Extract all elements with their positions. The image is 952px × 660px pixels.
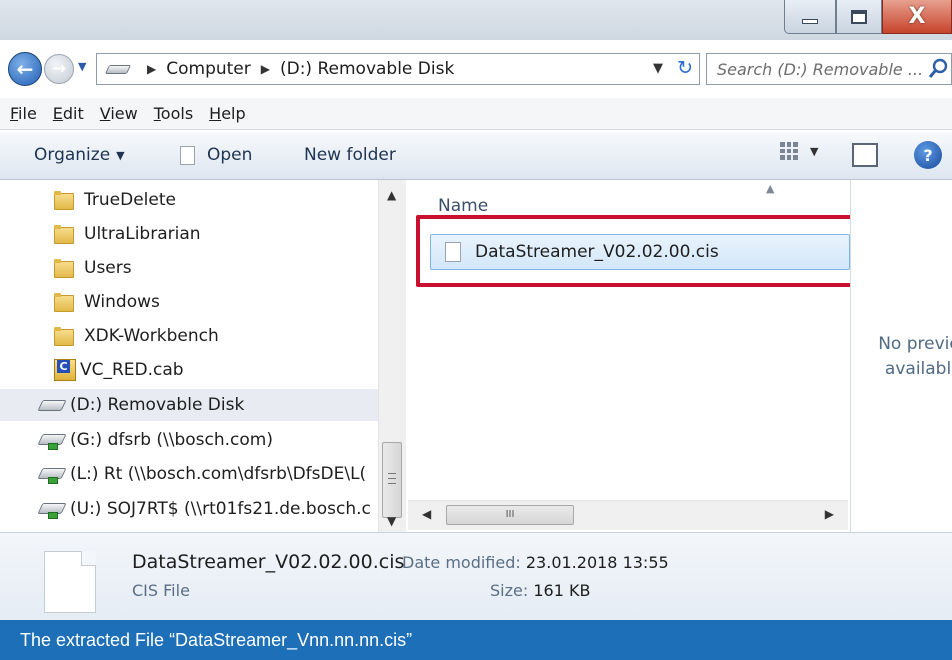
new-folder-label: New folder: [304, 145, 396, 165]
address-dropdown-icon[interactable]: ▼: [653, 61, 663, 76]
nav-item-g-drive[interactable]: (G:) dfsrb (\\bosch.com): [0, 424, 384, 456]
removable-drive-icon: [37, 399, 67, 411]
address-bar[interactable]: ▶ Computer ▶ (D:) Removable Disk ▼ ↻: [96, 53, 700, 85]
sort-ascending-icon: ▲: [766, 182, 775, 195]
scroll-thumb[interactable]: III: [446, 505, 574, 525]
nav-item-u-drive[interactable]: (U:) SOJ7RT$ (\\rt01fs21.de.bosch.c: [0, 493, 384, 525]
preview-pane: No previewavailable.: [850, 180, 952, 532]
network-drive-icon: [40, 466, 64, 484]
forward-button[interactable]: →: [44, 54, 74, 84]
menu-file[interactable]: File: [10, 104, 37, 123]
back-button[interactable]: ←: [8, 52, 42, 86]
open-button[interactable]: Open: [180, 145, 252, 165]
title-bar: X: [0, 0, 952, 40]
nav-vertical-scrollbar[interactable]: ▲ ▼: [378, 180, 406, 532]
folder-icon: [54, 225, 74, 244]
column-header-name[interactable]: Name: [438, 196, 488, 216]
nav-item-windows[interactable]: Windows: [0, 286, 384, 318]
nav-item-users[interactable]: Users: [0, 252, 384, 284]
preview-message: No previewavailable.: [878, 334, 952, 379]
chevron-down-icon: ▼: [810, 144, 819, 158]
highlight-box: [416, 215, 866, 287]
maximize-button[interactable]: [836, 0, 882, 34]
cab-file-icon: [54, 359, 76, 381]
search-placeholder: Search (D:) Removable ...: [717, 59, 924, 79]
document-icon: [180, 145, 195, 165]
command-bar: Organize ▼ Open New folder ▼ ?: [0, 132, 952, 180]
close-button[interactable]: X: [882, 0, 952, 34]
search-icon[interactable]: [927, 58, 949, 80]
nav-item-vc-red-cab[interactable]: VC_RED.cab: [0, 354, 384, 386]
breadcrumb-computer[interactable]: Computer: [166, 59, 251, 79]
nav-item-l-drive[interactable]: (L:) Rt (\\bosch.com\dfsrb\DfsDE\L(: [0, 458, 384, 490]
window-controls: X: [784, 0, 952, 34]
maximize-icon: [851, 9, 867, 24]
scroll-up-icon[interactable]: ▲: [387, 188, 396, 202]
network-drive-icon: [40, 432, 64, 450]
scroll-right-icon[interactable]: ▶: [825, 507, 834, 521]
details-size: Size: 161 KB: [490, 581, 591, 600]
nav-item-ultralibrarian[interactable]: UltraLibrarian: [0, 218, 384, 250]
preview-pane-button[interactable]: [852, 143, 878, 167]
new-folder-button[interactable]: New folder: [304, 145, 396, 165]
details-view-icon: [780, 142, 798, 160]
menu-bar: File Edit View Tools Help: [0, 98, 952, 130]
change-view-button[interactable]: ▼: [780, 142, 818, 160]
minimize-icon: [802, 19, 818, 24]
organize-button[interactable]: Organize ▼: [34, 145, 125, 165]
network-drive-icon: [40, 501, 64, 519]
breadcrumb-separator-icon[interactable]: ▶: [147, 62, 156, 76]
help-button[interactable]: ?: [914, 141, 942, 169]
address-row: ← → ▼ ▶ Computer ▶ (D:) Removable Disk ▼…: [0, 50, 952, 90]
scroll-left-icon[interactable]: ◀: [422, 507, 431, 521]
forward-arrow-icon: →: [51, 59, 67, 79]
close-icon: X: [908, 4, 926, 29]
scroll-down-icon[interactable]: ▼: [387, 514, 396, 528]
menu-edit[interactable]: Edit: [53, 104, 84, 123]
back-arrow-icon: ←: [16, 57, 34, 81]
details-date-modified: Date modified: 23.01.2018 13:55: [402, 553, 669, 572]
nav-item-removable-disk[interactable]: (D:) Removable Disk: [0, 389, 384, 421]
menu-help[interactable]: Help: [209, 104, 245, 123]
folder-icon: [54, 191, 74, 210]
help-icon: ?: [923, 145, 933, 165]
drive-icon: [104, 64, 132, 74]
breadcrumb-separator-icon[interactable]: ▶: [261, 62, 270, 76]
recent-pages-dropdown[interactable]: ▼: [78, 60, 86, 73]
details-filename: DataStreamer_V02.02.00.cis: [132, 551, 405, 573]
chevron-down-icon: ▼: [116, 148, 125, 162]
details-pane: DataStreamer_V02.02.00.cis CIS File Date…: [0, 532, 952, 620]
folder-icon: [54, 327, 74, 346]
breadcrumb-removable-disk[interactable]: (D:) Removable Disk: [280, 59, 454, 79]
open-label: Open: [207, 145, 253, 165]
search-input[interactable]: Search (D:) Removable ...: [706, 53, 952, 85]
folder-icon: [54, 259, 74, 278]
nav-item-truedelete[interactable]: TrueDelete: [0, 184, 384, 216]
scroll-thumb[interactable]: [382, 442, 402, 518]
details-filetype: CIS File: [132, 581, 190, 600]
caption-text: The extracted File “DataStreamer_Vnn.nn.…: [20, 629, 413, 650]
navigation-pane: TrueDelete UltraLibrarian Users Windows …: [0, 180, 406, 532]
menu-tools[interactable]: Tools: [154, 104, 193, 123]
organize-label: Organize: [34, 145, 111, 165]
menu-view[interactable]: View: [100, 104, 138, 123]
refresh-icon[interactable]: ↻: [677, 57, 693, 79]
minimize-button[interactable]: [784, 0, 836, 34]
nav-item-xdk-workbench[interactable]: XDK-Workbench: [0, 320, 384, 352]
file-horizontal-scrollbar[interactable]: ◀ III ▶: [408, 500, 848, 530]
folder-icon: [54, 293, 74, 312]
file-thumbnail-icon: [44, 551, 96, 613]
caption-bar: The extracted File “DataStreamer_Vnn.nn.…: [0, 620, 952, 660]
